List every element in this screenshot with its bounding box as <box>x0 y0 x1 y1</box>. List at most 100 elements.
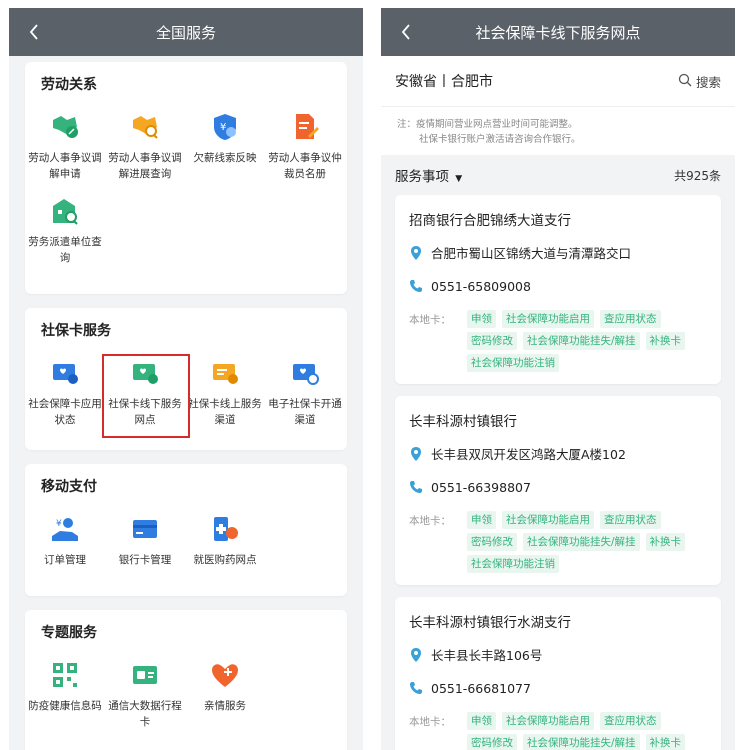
service-tag: 密码修改 <box>467 332 517 350</box>
nav-bar: 全国服务 <box>9 8 363 56</box>
location-pin-icon <box>409 647 423 663</box>
service-item-bank-card[interactable]: 银行卡管理 <box>105 504 185 588</box>
service-item-ecard-channels[interactable]: 电子社保卡开通渠道 <box>265 348 345 432</box>
nav-bar: 社会保障卡线下服务网点 <box>381 8 735 56</box>
search-label: 搜索 <box>695 74 721 90</box>
service-label: 劳动人事争议调解申请 <box>28 152 102 180</box>
section-title: 移动支付 <box>41 479 97 495</box>
notice-box: 注：疫情期间营业网点营业时间可能调整。 社保卡银行账户激活请咨询合作银行。 <box>381 107 735 155</box>
outlet-address-row: 长丰县长丰路106号 <box>409 645 707 664</box>
service-tags: 本地卡： 申领社会保障功能启用查应用状态密码修改社会保障功能挂失/解挂补换卡社会… <box>409 310 707 372</box>
service-tag: 社会保障功能注销 <box>467 555 559 573</box>
service-item-mediation-apply[interactable]: 劳动人事争议调解申请 <box>9 102 105 186</box>
service-item-dispatch-query[interactable]: 劳务派遣单位查询 <box>9 186 105 270</box>
tags-label: 本地卡： <box>409 515 451 527</box>
outlet-name: 长丰科源村镇银行 <box>409 414 517 430</box>
service-label: 通信大数据行程卡 <box>108 700 182 728</box>
outlet-phone[interactable]: 0551-66681077 <box>431 681 531 696</box>
service-tag: 社会保障功能启用 <box>502 712 594 730</box>
outlet-list: 招商银行合肥锦绣大道支行 合肥市蜀山区锦绣大道与清潭路交口 0551-65809… <box>381 195 735 750</box>
shield-yen-icon: ¥ <box>210 112 240 142</box>
service-tag: 补换卡 <box>645 533 686 551</box>
service-label: 电子社保卡开通渠道 <box>268 398 342 426</box>
section-special-services: 专题服务 防疫健康信息码 通信大数据行程卡 亲情服务 <box>25 610 347 750</box>
service-label: 社保卡线上服务渠道 <box>188 398 262 426</box>
service-item-online-channels[interactable]: 社保卡线上服务渠道 <box>185 348 265 432</box>
service-label: 亲情服务 <box>204 700 246 712</box>
service-item-family-service[interactable]: 亲情服务 <box>185 650 265 734</box>
outlet-address: 长丰县长丰路106号 <box>431 648 543 663</box>
search-button[interactable]: 搜索 <box>678 72 721 91</box>
service-item-unpaid-wages[interactable]: ¥ 欠薪线索反映 <box>185 102 265 186</box>
service-label: 防疫健康信息码 <box>28 700 102 712</box>
section-title: 社保卡服务 <box>41 323 111 339</box>
location-pin-icon <box>409 245 423 261</box>
section-title: 专题服务 <box>41 625 97 641</box>
outlet-card[interactable]: 长丰科源村镇银行水湖支行 长丰县长丰路106号 0551-66681077 本地… <box>395 597 721 750</box>
service-filter-dropdown[interactable]: 服务事项 ▼ <box>395 165 462 185</box>
building-search-icon <box>50 196 80 226</box>
outlet-address-row: 合肥市蜀山区锦绣大道与清潭路交口 <box>409 243 707 262</box>
phone-icon <box>409 479 423 495</box>
page-title: 全国服务 <box>155 23 216 42</box>
outlet-address-row: 长丰县双凤开发区鸿路大厦A楼102 <box>409 444 707 463</box>
service-tag: 查应用状态 <box>600 310 661 328</box>
service-item-arbitrator-list[interactable]: 劳动人事争议仲裁员名册 <box>265 102 345 186</box>
service-tag: 社会保障功能挂失/解挂 <box>523 332 640 350</box>
tags-label: 本地卡： <box>409 716 451 728</box>
search-icon <box>678 73 692 90</box>
service-tag: 申领 <box>467 511 496 529</box>
notice-line: 社保卡银行账户激活请咨询合作银行。 <box>419 134 581 145</box>
outlet-address: 合肥市蜀山区锦绣大道与清潭路交口 <box>431 246 632 261</box>
outlet-card[interactable]: 长丰科源村镇银行 长丰县双凤开发区鸿路大厦A楼102 0551-66398807… <box>395 396 721 585</box>
service-item-medical-outlets[interactable]: 就医购药网点 <box>185 504 265 588</box>
svg-text:¥: ¥ <box>220 122 226 133</box>
card-ecard-icon <box>290 358 320 388</box>
service-tag: 密码修改 <box>467 734 517 750</box>
service-tag: 申领 <box>467 310 496 328</box>
service-item-card-status[interactable]: 社会保障卡应用状态 <box>9 348 105 432</box>
service-item-health-code[interactable]: 防疫健康信息码 <box>9 650 105 734</box>
svg-text:¥: ¥ <box>56 519 62 529</box>
filter-label: 服务事项 <box>395 169 449 185</box>
service-tag: 社会保障功能启用 <box>502 511 594 529</box>
section-labor-relations: 劳动关系 劳动人事争议调解申请 劳动人事争议调解进展查询 ¥ 欠薪线索反映 劳动… <box>25 62 347 294</box>
service-tag: 补换卡 <box>645 734 686 750</box>
service-tag: 查应用状态 <box>600 712 661 730</box>
location-pin-icon <box>409 446 423 462</box>
notice-line: 注：疫情期间营业网点营业时间可能调整。 <box>397 119 578 130</box>
service-label: 欠薪线索反映 <box>193 152 257 164</box>
service-label: 订单管理 <box>44 554 86 566</box>
caret-down-icon: ▼ <box>455 174 463 184</box>
outlet-phone[interactable]: 0551-66398807 <box>431 480 531 495</box>
service-tags: 本地卡： 申领社会保障功能启用查应用状态密码修改社会保障功能挂失/解挂补换卡社会… <box>409 511 707 573</box>
service-item-mediation-progress[interactable]: 劳动人事争议调解进展查询 <box>105 102 185 186</box>
outlet-phone[interactable]: 0551-65809008 <box>431 279 531 294</box>
service-item-order-management[interactable]: ¥ 订单管理 <box>9 504 105 588</box>
filter-bar: 服务事项 ▼ 共925条 <box>381 155 735 195</box>
tags-label: 本地卡： <box>409 314 451 326</box>
service-tag: 申领 <box>467 712 496 730</box>
location-selector[interactable]: 安徽省丨合肥市 <box>395 71 493 91</box>
outlet-card[interactable]: 招商银行合肥锦绣大道支行 合肥市蜀山区锦绣大道与清潭路交口 0551-65809… <box>395 195 721 384</box>
service-label: 银行卡管理 <box>118 554 172 566</box>
hand-coin-icon: ¥ <box>50 514 80 544</box>
outlet-phone-row: 0551-66681077 <box>409 680 707 696</box>
service-tag: 社会保障功能启用 <box>502 310 594 328</box>
service-item-travel-card[interactable]: 通信大数据行程卡 <box>105 650 185 734</box>
service-label: 劳动人事争议仲裁员名册 <box>268 152 342 180</box>
bank-card-icon <box>130 514 160 544</box>
service-tags: 本地卡： 申领社会保障功能启用查应用状态密码修改社会保障功能挂失/解挂补换卡社会… <box>409 712 707 750</box>
service-tag: 密码修改 <box>467 533 517 551</box>
medical-location-icon <box>210 514 240 544</box>
back-icon[interactable] <box>395 20 417 44</box>
heart-plus-icon <box>210 660 240 690</box>
outlets-screen: 社会保障卡线下服务网点 安徽省丨合肥市 搜索 注：疫情期间营业网点营业时间可能调… <box>381 8 735 750</box>
back-icon[interactable] <box>23 20 45 44</box>
phone-icon <box>409 278 423 294</box>
service-label: 劳动人事争议调解进展查询 <box>108 152 182 180</box>
outlet-name: 招商银行合肥锦绣大道支行 <box>409 213 571 229</box>
page-title: 社会保障卡线下服务网点 <box>475 23 641 42</box>
handshake-pen-icon <box>50 112 80 142</box>
service-tag: 补换卡 <box>645 332 686 350</box>
